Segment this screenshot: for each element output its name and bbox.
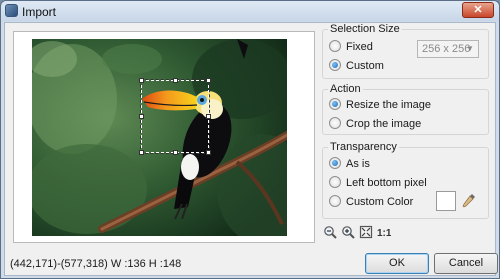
ok-button[interactable]: OK	[365, 253, 429, 274]
radio-as-is[interactable]: As is	[329, 157, 370, 171]
radio-indicator[interactable]	[329, 157, 341, 170]
action-title: Action	[328, 83, 363, 95]
selection-size-title: Selection Size	[328, 23, 402, 35]
dialog-body: Selection Size Fixed Custom 256 x 256 ▼ …	[4, 22, 498, 276]
radio-indicator[interactable]	[329, 195, 341, 208]
close-button[interactable]: ✕	[462, 2, 494, 18]
radio-left-bottom-pixel-label: Left bottom pixel	[346, 177, 427, 189]
zoom-out-icon[interactable]	[323, 225, 337, 239]
selection-size-group: Selection Size Fixed Custom 256 x 256 ▼	[322, 23, 489, 79]
zoom-in-icon[interactable]	[341, 225, 355, 239]
radio-custom-label: Custom	[346, 60, 384, 72]
svg-text:1:1: 1:1	[377, 228, 391, 239]
custom-color-swatch[interactable]	[436, 191, 456, 211]
selection-handle[interactable]	[173, 78, 178, 83]
radio-resize-label: Resize the image	[346, 99, 431, 111]
selection-handle[interactable]	[139, 78, 144, 83]
radio-custom-color[interactable]: Custom Color	[329, 195, 413, 209]
radio-fixed-label: Fixed	[346, 41, 373, 53]
radio-left-bottom-pixel[interactable]: Left bottom pixel	[329, 176, 427, 190]
selection-handle[interactable]	[139, 150, 144, 155]
chevron-down-icon: ▼	[466, 44, 474, 53]
radio-custom-color-label: Custom Color	[346, 196, 414, 208]
eyedropper-icon[interactable]	[462, 193, 476, 209]
radio-indicator[interactable]	[329, 117, 341, 130]
title-bar[interactable]: Import ✕	[1, 1, 499, 21]
radio-indicator[interactable]	[329, 40, 341, 53]
radio-crop-label: Crop the image	[346, 118, 422, 130]
radio-fixed[interactable]: Fixed	[329, 40, 373, 54]
image-preview-panel	[13, 31, 315, 243]
crop-selection[interactable]	[139, 78, 211, 155]
selection-handle[interactable]	[139, 114, 144, 119]
window-title: Import	[22, 5, 57, 19]
selection-handle[interactable]	[173, 150, 178, 155]
radio-indicator[interactable]	[329, 59, 341, 72]
app-icon	[5, 4, 18, 17]
radio-as-is-label: As is	[346, 158, 370, 170]
selection-handle[interactable]	[206, 78, 211, 83]
cancel-button[interactable]: Cancel	[434, 253, 498, 274]
selection-status: (442,171)-(577,318) W :136 H :148	[10, 258, 182, 270]
transparency-title: Transparency	[328, 141, 399, 153]
fit-to-window-icon[interactable]	[359, 225, 373, 239]
transparency-group: Transparency As is Left bottom pixel Cus…	[322, 141, 489, 219]
radio-crop[interactable]: Crop the image	[329, 117, 421, 131]
toucan-image[interactable]	[32, 39, 287, 236]
action-group: Action Resize the image Crop the image	[322, 83, 489, 135]
actual-size-icon[interactable]: 1:1	[377, 225, 391, 239]
fixed-size-dropdown[interactable]: 256 x 256 ▼	[417, 40, 479, 58]
selection-handle[interactable]	[206, 114, 211, 119]
radio-custom[interactable]: Custom	[329, 59, 384, 73]
radio-indicator[interactable]	[329, 176, 341, 189]
radio-indicator[interactable]	[329, 98, 341, 111]
selection-handle[interactable]	[206, 150, 211, 155]
radio-resize[interactable]: Resize the image	[329, 98, 431, 112]
import-dialog: Import ✕ Selection Size Fixed Custom 256…	[0, 0, 500, 279]
